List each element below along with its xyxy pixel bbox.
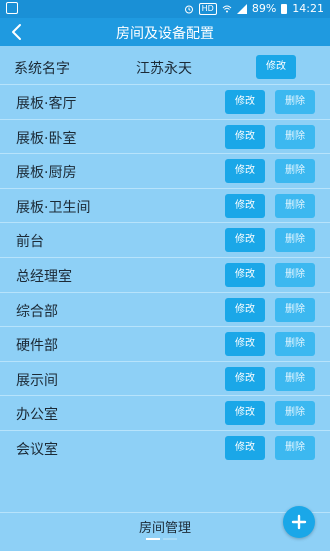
room-row: 总经理室 修改 删除 [0,257,330,292]
room-name: 展示间 [16,372,58,389]
delete-room-button[interactable]: 删除 [275,90,315,114]
system-name-value: 江苏永天 [136,61,192,77]
delete-room-button[interactable]: 删除 [275,436,315,460]
edit-room-button[interactable]: 修改 [225,332,265,357]
room-name: 前台 [16,234,44,251]
edit-room-button[interactable]: 修改 [225,297,265,322]
room-name: 综合部 [16,303,58,320]
clock: 14:21 [292,2,324,15]
status-bar: HD 89% 14:21 [0,0,330,18]
edit-room-button[interactable]: 修改 [225,263,265,287]
room-row: 前台 修改 删除 [0,222,330,257]
edit-room-button[interactable]: 修改 [225,228,265,253]
page-title: 房间及设备配置 [116,26,214,42]
edit-room-button[interactable]: 修改 [225,90,265,114]
room-row: 展板·客厅 修改 删除 [0,84,330,119]
delete-room-button[interactable]: 删除 [275,228,315,253]
image-icon [6,2,18,14]
edit-room-button[interactable]: 修改 [225,401,265,426]
signal-icon [236,3,247,14]
page-indicator [146,538,177,540]
room-row: 展示间 修改 删除 [0,360,330,396]
room-name: 展板·卧室 [16,130,77,147]
delete-room-button[interactable]: 删除 [275,297,315,322]
room-row: 硬件部 修改 删除 [0,326,330,361]
delete-room-button[interactable]: 删除 [275,366,315,391]
edit-system-name-button[interactable]: 修改 [256,55,296,79]
edit-room-button[interactable]: 修改 [225,436,265,460]
delete-room-button[interactable]: 删除 [275,263,315,287]
edit-room-button[interactable]: 修改 [225,159,265,184]
room-row: 综合部 修改 删除 [0,291,330,327]
room-row: 会议室 修改 删除 [0,430,330,465]
edit-room-button[interactable]: 修改 [225,366,265,391]
page-dot-active [146,538,160,540]
room-name: 会议室 [16,442,58,458]
system-name-label: 系统名字 [14,61,70,77]
plus-icon [291,514,307,530]
room-row: 展板·卫生间 修改 删除 [0,187,330,223]
status-icons: HD 89% 14:21 [184,2,324,15]
battery-percent: 89% [251,2,277,15]
system-name-row: 系统名字 江苏永天 修改 [0,50,330,84]
page-dot [163,538,177,540]
room-name: 总经理室 [16,269,72,285]
delete-room-button[interactable]: 删除 [275,193,315,218]
bottom-bar: 房间管理 [0,512,330,551]
delete-room-button[interactable]: 删除 [275,401,315,426]
alarm-icon [184,5,193,13]
app-bar: 房间及设备配置 [0,18,330,46]
room-name: 展板·客厅 [16,96,77,112]
room-name: 展板·卫生间 [16,199,91,216]
delete-room-button[interactable]: 删除 [275,332,315,357]
room-row: 展板·卧室 修改 删除 [0,118,330,154]
battery-icon [281,3,288,14]
delete-room-button[interactable]: 删除 [275,124,315,149]
room-name: 展板·厨房 [16,165,77,182]
hd-badge: HD [198,2,217,15]
add-room-button[interactable] [283,506,315,538]
room-row: 展板·厨房 修改 删除 [0,153,330,188]
wifi-icon [222,5,232,12]
room-row: 办公室 修改 删除 [0,395,330,430]
edit-room-button[interactable]: 修改 [225,193,265,218]
edit-room-button[interactable]: 修改 [225,124,265,149]
delete-room-button[interactable]: 删除 [275,159,315,184]
room-name: 办公室 [16,407,58,424]
room-name: 硬件部 [16,338,58,355]
bottom-title: 房间管理 [138,521,191,536]
